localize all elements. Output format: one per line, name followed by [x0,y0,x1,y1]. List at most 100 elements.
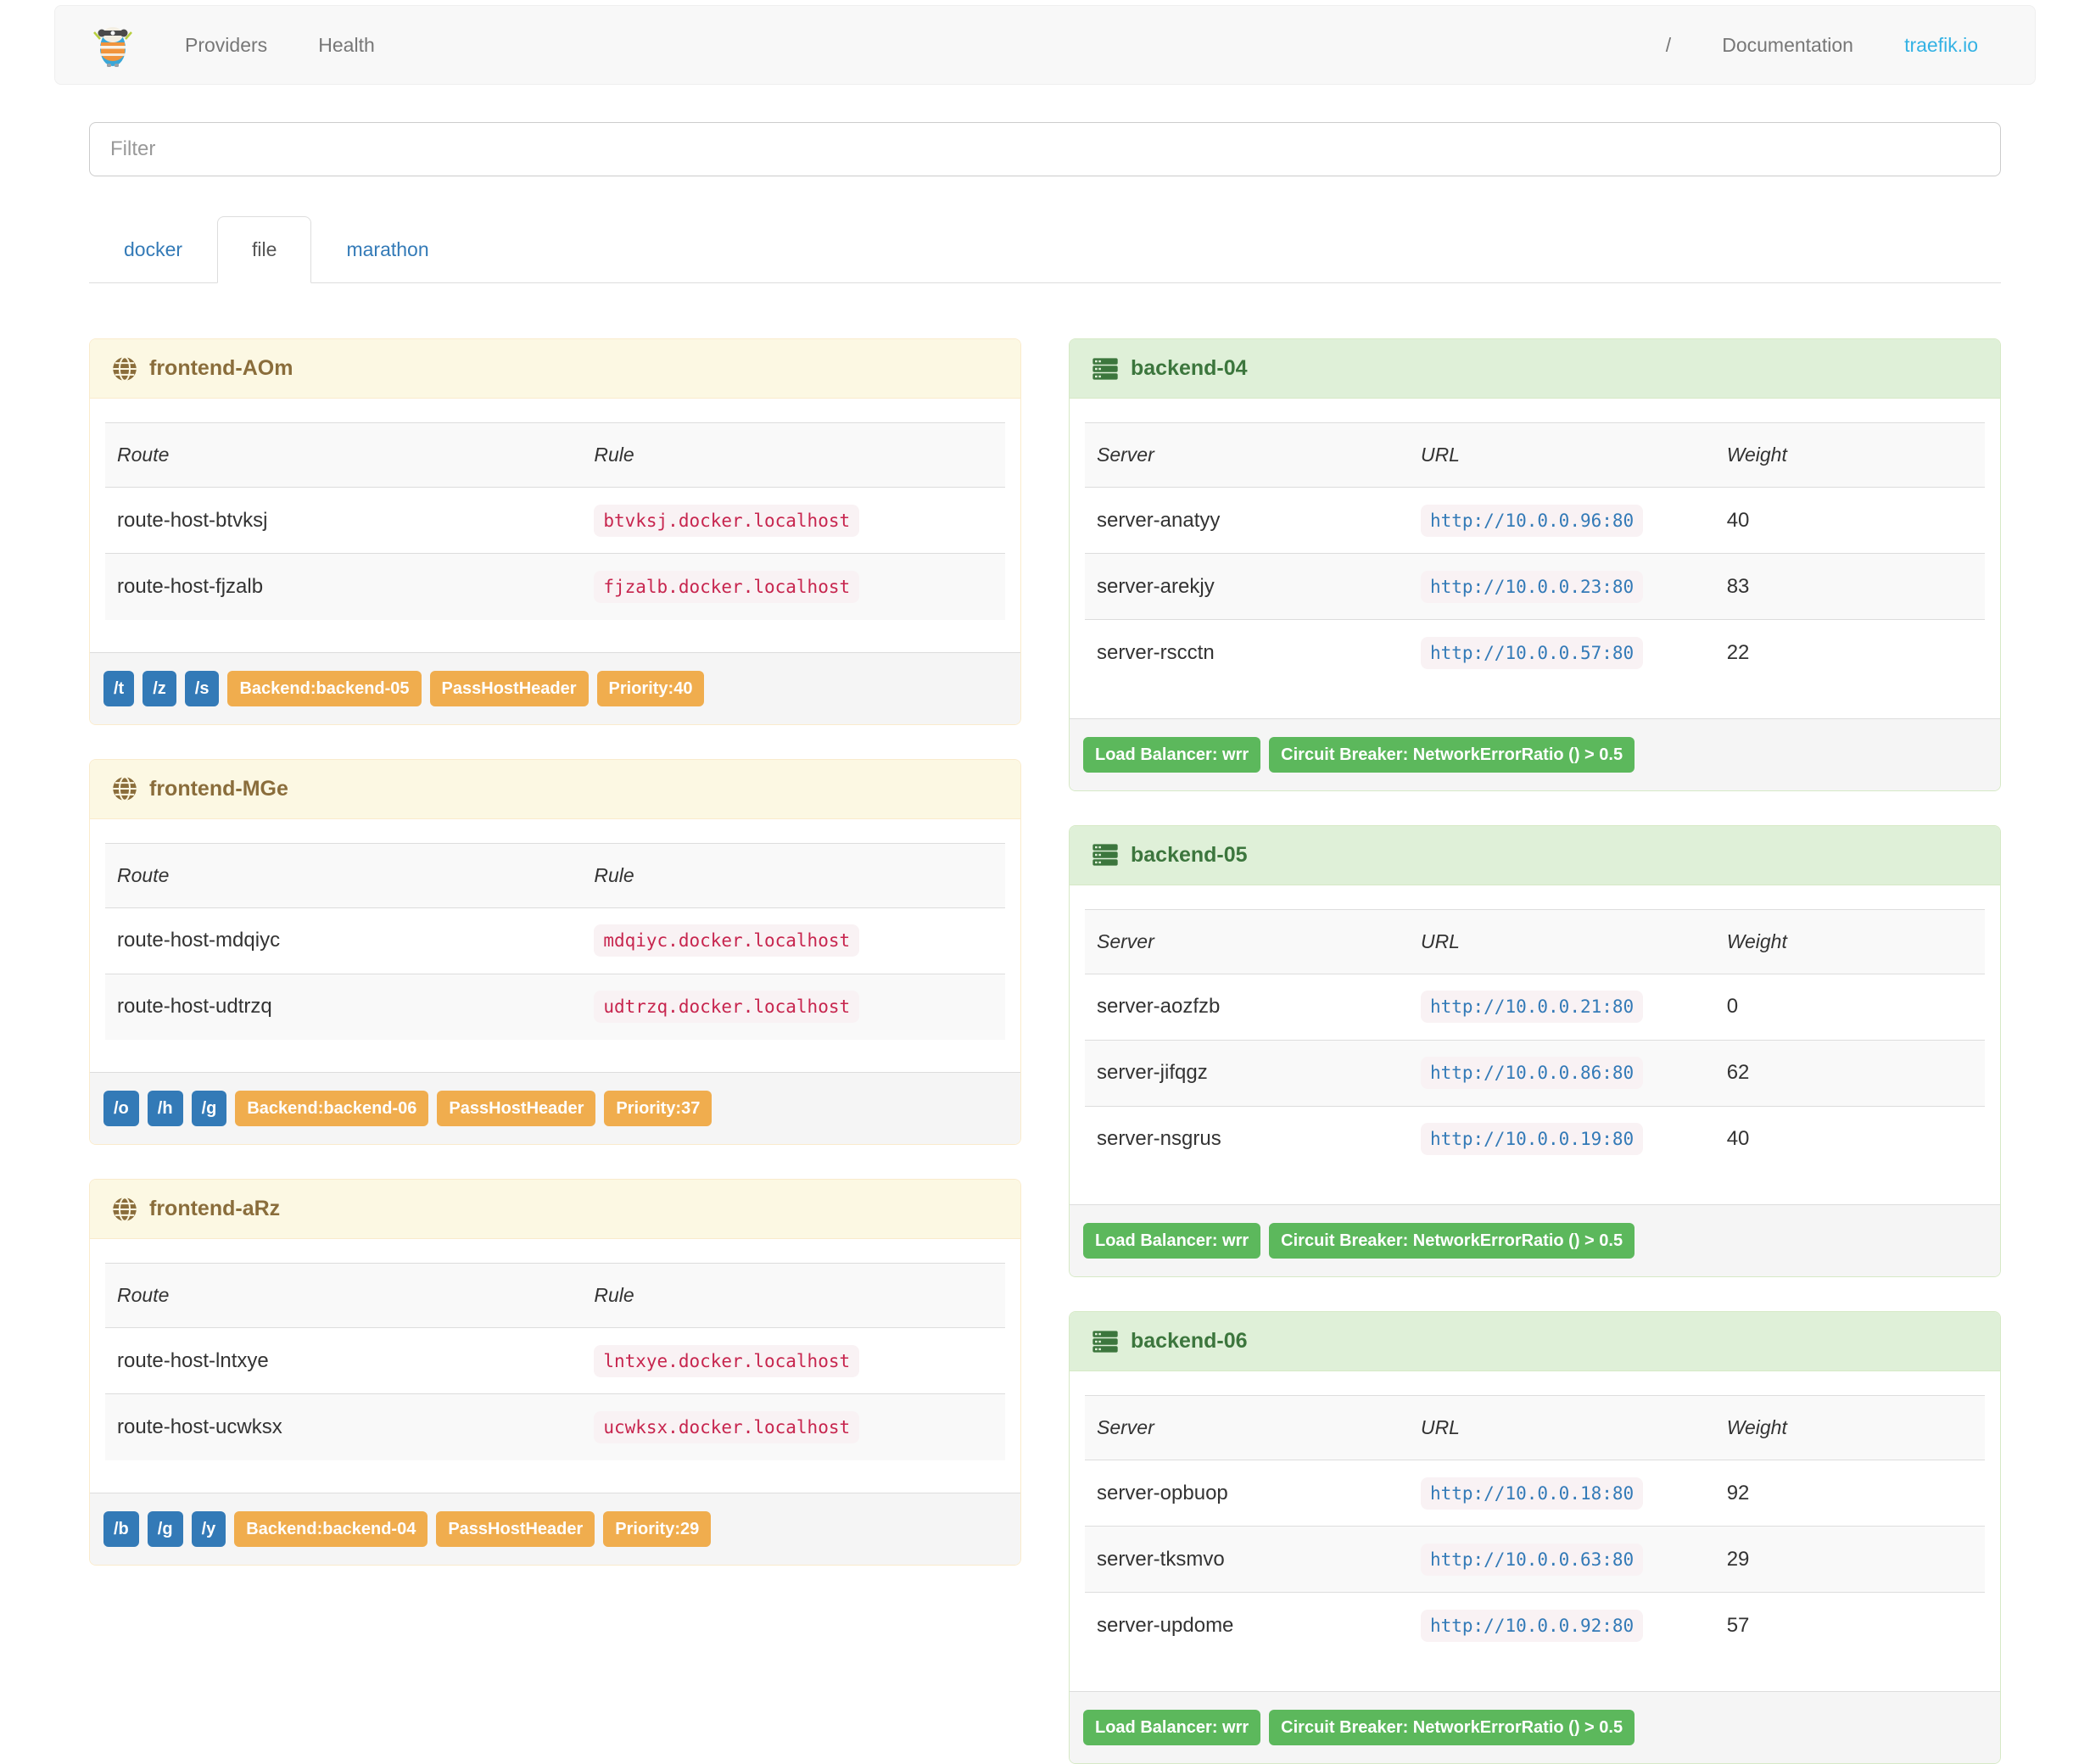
table-row: server-arekjy http://10.0.0.23:80 83 [1085,553,1985,620]
frontend-panel-body: Route Rule route-host-btvksj btvksj.dock… [90,399,1020,652]
frontend-panel-heading: frontend-AOm [90,339,1020,399]
provider-tabs: docker file marathon [89,216,2001,283]
nav-documentation[interactable]: Documentation [1699,34,1876,56]
table-row: server-nsgrus http://10.0.0.19:80 40 [1085,1105,1985,1172]
server-name: server-nsgrus [1085,1105,1409,1172]
server-icon [1092,1328,1119,1355]
server-url: http://10.0.0.96:80 [1420,504,1644,537]
server-name: server-tksmvo [1085,1526,1409,1593]
servers-header-weight: Weight [1714,422,1985,488]
backend-title: backend-06 [1131,1329,1248,1353]
server-url: http://10.0.0.92:80 [1420,1609,1644,1642]
tab-docker[interactable]: docker [89,216,217,283]
frontend-panel-heading: frontend-aRz [90,1180,1020,1239]
route-rule: ucwksx.docker.localhost [594,1410,860,1443]
frontend-panel-heading: frontend-MGe [90,759,1020,819]
route-rule: mdqiyc.docker.localhost [594,924,860,957]
circuit-breaker-label: Circuit Breaker: NetworkErrorRatio () > … [1269,736,1635,773]
backend-panel-footer: Load Balancer: wrr Circuit Breaker: Netw… [1070,717,2000,790]
content-columns: frontend-AOm Route Rule route-host-btvks… [89,338,2001,1764]
backend-ref-label: Backend:backend-06 [235,1091,429,1126]
backend-panel-body: Server URL Weight server-opbuop http://1… [1070,1371,2000,1691]
navbar: Providers Health / Documentation traefik… [54,5,2036,85]
traefik-logo[interactable] [89,21,137,69]
route-name: route-host-fjzalb [105,553,583,620]
routes-header-rule: Rule [582,842,1005,908]
passhostheader-label: PassHostHeader [429,670,589,706]
backend-ref-label: Backend:backend-04 [234,1510,428,1547]
entrypoint-label: /s [184,670,220,706]
servers-header-server: Server [1085,422,1409,488]
nav-root-slash[interactable]: / [1643,34,1694,56]
server-url: http://10.0.0.86:80 [1420,1057,1644,1089]
server-weight: 92 [1726,1481,1750,1504]
table-row: server-updome http://10.0.0.92:80 57 [1085,1592,1985,1659]
servers-header-server: Server [1085,1395,1409,1460]
server-name: server-anatyy [1097,508,1221,532]
servers-header-server: Server [1085,908,1409,974]
servers-header-url: URL [1408,1395,1715,1460]
backend-panel-06: backend-06 Server URL Weight server-opbu… [1069,1311,2001,1764]
routes-header-route: Route [105,422,583,488]
route-name: route-host-mdqiyc [117,929,281,952]
server-icon [1092,841,1119,868]
routes-header-route: Route [105,842,583,908]
nav-health[interactable]: Health [295,34,397,56]
routes-header-rule: Rule [582,422,1005,488]
tab-file[interactable]: file [217,216,312,283]
servers-header-url: URL [1408,908,1715,974]
route-name: route-host-udtrzq [105,973,583,1040]
backend-panel-05: backend-05 Server URL Weight server-aozf… [1069,824,2001,1277]
table-row: server-aozfzb http://10.0.0.21:80 0 [1085,974,1985,1040]
backend-panel-footer: Load Balancer: wrr Circuit Breaker: Netw… [1070,1204,2000,1276]
entrypoint-label: /b [103,1510,139,1547]
frontend-panel-body: Route Rule route-host-lntxye lntxye.dock… [90,1239,1020,1493]
backend-panel-heading: backend-06 [1070,1312,2000,1371]
globe-icon [112,355,137,382]
circuit-breaker-label: Circuit Breaker: NetworkErrorRatio () > … [1269,1223,1635,1259]
route-name: route-host-lntxye [117,1348,269,1372]
load-balancer-label: Load Balancer: wrr [1083,1223,1261,1259]
backend-title: backend-04 [1131,356,1248,380]
routes-table: Route Rule route-host-btvksj btvksj.dock… [105,422,1005,620]
load-balancer-label: Load Balancer: wrr [1083,1709,1261,1745]
server-name: server-arekjy [1085,553,1409,620]
frontend-panel-footer: /o /h /g Backend:backend-06 PassHostHead… [90,1072,1020,1144]
table-row: server-rscctn http://10.0.0.57:80 22 [1085,619,1985,686]
server-url: http://10.0.0.18:80 [1420,1477,1644,1510]
route-name: route-host-btvksj [117,508,268,532]
priority-label: Priority:40 [596,670,705,706]
route-rule: fjzalb.docker.localhost [594,570,860,603]
table-row: server-jifqgz http://10.0.0.86:80 62 [1085,1039,1985,1106]
backend-panel-body: Server URL Weight server-anatyy http://1… [1070,399,2000,718]
passhostheader-label: PassHostHeader [436,1510,595,1547]
filter-input[interactable] [89,122,2001,176]
nav-traefik-io-link[interactable]: traefik.io [1881,34,2001,56]
route-name: route-host-ucwksx [105,1393,583,1460]
routes-table: Route Rule route-host-lntxye lntxye.dock… [105,1263,1005,1460]
server-name: server-updome [1085,1592,1409,1659]
passhostheader-label: PassHostHeader [437,1091,596,1126]
server-weight: 0 [1726,995,1739,1018]
server-weight: 57 [1714,1592,1985,1659]
entrypoint-label: /h [147,1091,183,1126]
server-weight: 83 [1714,553,1985,620]
frontend-panel-footer: /t /z /s Backend:backend-05 PassHostHead… [90,651,1020,724]
server-weight: 29 [1714,1526,1985,1593]
route-rule: udtrzq.docker.localhost [594,991,860,1024]
server-weight: 40 [1726,508,1750,532]
route-rule: btvksj.docker.localhost [594,504,860,537]
entrypoint-label: /g [147,1510,183,1547]
routes-table: Route Rule route-host-mdqiyc mdqiyc.dock… [105,842,1005,1040]
server-name: server-opbuop [1097,1481,1228,1504]
globe-icon [112,1196,137,1222]
servers-table: Server URL Weight server-aozfzb http://1… [1085,908,1985,1172]
priority-label: Priority:37 [604,1091,712,1126]
backend-panel-heading: backend-04 [1070,339,2000,399]
server-url: http://10.0.0.63:80 [1420,1543,1644,1576]
nav-providers[interactable]: Providers [162,34,290,56]
servers-header-weight: Weight [1714,1395,1985,1460]
tab-marathon[interactable]: marathon [311,216,463,283]
frontends-column: frontend-AOm Route Rule route-host-btvks… [89,338,1021,1566]
load-balancer-label: Load Balancer: wrr [1083,736,1261,773]
